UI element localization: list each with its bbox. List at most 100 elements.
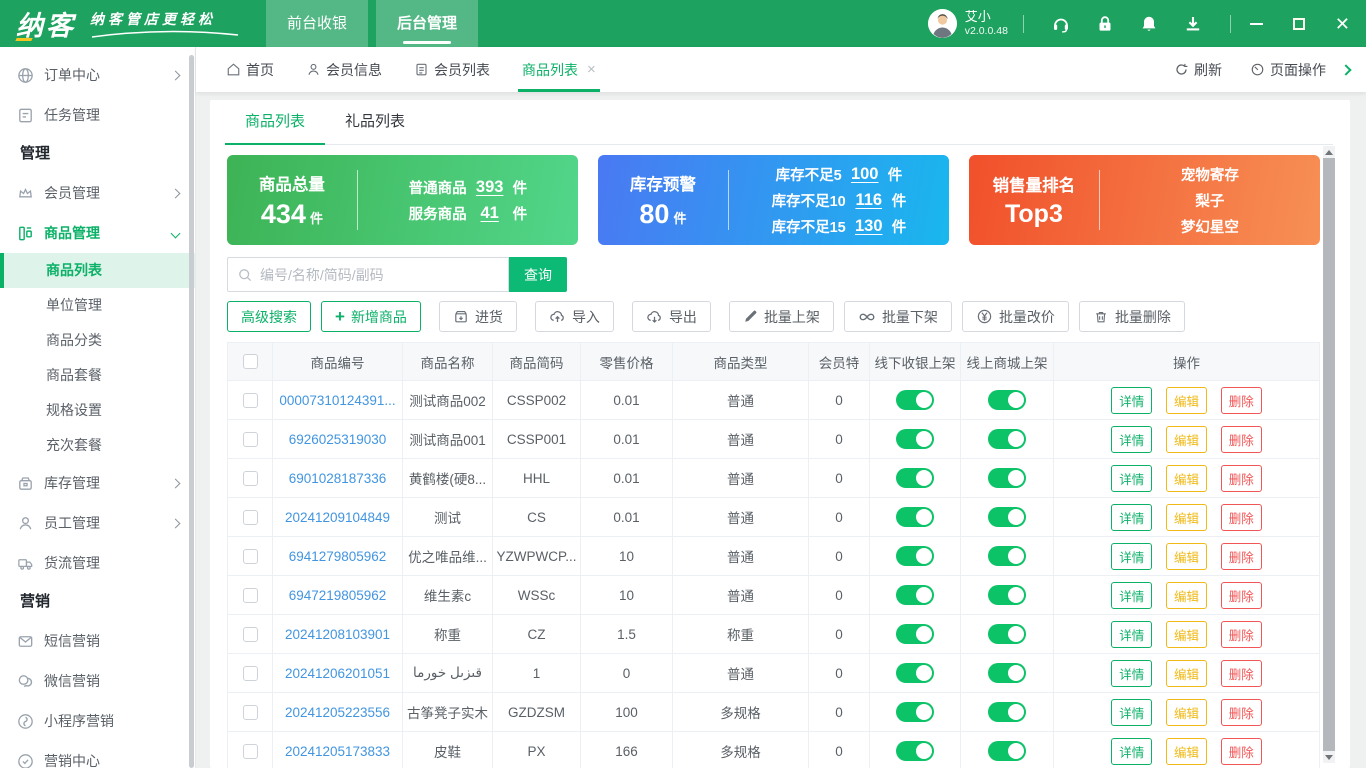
delete-button[interactable]: 删除 — [1220, 464, 1262, 492]
avatar[interactable] — [927, 9, 957, 38]
tab-gifts[interactable]: 礼品列表 — [325, 100, 425, 144]
page-actions-chevron[interactable] — [1340, 63, 1352, 76]
delete-button[interactable]: 删除 — [1220, 386, 1262, 414]
batch-off-shelf-button[interactable]: 批量下架 — [843, 301, 952, 332]
edit-button[interactable]: 编辑 — [1165, 425, 1207, 453]
delete-button[interactable]: 删除 — [1220, 659, 1262, 687]
sidebar-item-goods-management[interactable]: 商品管理 — [0, 213, 195, 253]
offline-shelf-toggle[interactable] — [896, 507, 934, 527]
scroll-down-arrow[interactable] — [1323, 751, 1335, 763]
close-button[interactable]: ✕ — [1335, 15, 1350, 33]
delete-button[interactable]: 删除 — [1220, 620, 1262, 648]
row-checkbox[interactable] — [242, 470, 258, 486]
offline-shelf-toggle[interactable] — [896, 741, 934, 761]
edit-button[interactable]: 编辑 — [1165, 542, 1207, 570]
add-goods-button[interactable]: + 新增商品 — [321, 301, 421, 332]
detail-button[interactable]: 详情 — [1111, 581, 1153, 609]
offline-shelf-toggle[interactable] — [896, 429, 934, 449]
goods-code-link[interactable]: 20241206201051 — [285, 666, 390, 681]
online-shelf-toggle[interactable] — [988, 585, 1026, 605]
sidebar-item-logistics-management[interactable]: 货流管理 — [0, 543, 195, 583]
row-checkbox[interactable] — [242, 704, 258, 720]
minimize-button[interactable] — [1249, 22, 1263, 25]
offline-shelf-toggle[interactable] — [896, 546, 934, 566]
delete-button[interactable]: 删除 — [1220, 542, 1262, 570]
row-checkbox[interactable] — [242, 509, 258, 525]
sidebar-item-inventory-management[interactable]: 库存管理 — [0, 463, 195, 503]
stat-link[interactable]: 116 — [854, 191, 884, 210]
stat-link[interactable]: 393 — [475, 178, 505, 197]
goods-code-link[interactable]: 20241209104849 — [285, 510, 390, 525]
detail-button[interactable]: 详情 — [1111, 620, 1153, 648]
sidebar-sub-goods-list[interactable]: 商品列表 — [0, 253, 195, 288]
stat-link[interactable]: 100 — [850, 165, 880, 184]
row-checkbox[interactable] — [242, 392, 258, 408]
export-button[interactable]: 导出 — [631, 301, 711, 332]
delete-button[interactable]: 删除 — [1220, 737, 1262, 765]
scroll-up-arrow[interactable] — [1323, 146, 1335, 158]
sidebar-sub-goods-category[interactable]: 商品分类 — [0, 323, 195, 358]
sidebar-item-sms-marketing[interactable]: 短信营销 — [0, 621, 195, 661]
offline-shelf-toggle[interactable] — [896, 663, 934, 683]
refresh-button[interactable]: 刷新 — [1174, 60, 1222, 80]
online-shelf-toggle[interactable] — [988, 741, 1026, 761]
offline-shelf-toggle[interactable] — [896, 585, 934, 605]
edit-button[interactable]: 编辑 — [1165, 464, 1207, 492]
download-icon[interactable] — [1183, 14, 1203, 34]
offline-shelf-toggle[interactable] — [896, 390, 934, 410]
page-actions-button[interactable]: 页面操作 — [1250, 60, 1326, 80]
sidebar-sub-unit-management[interactable]: 单位管理 — [0, 288, 195, 323]
online-shelf-toggle[interactable] — [988, 624, 1026, 644]
edit-button[interactable]: 编辑 — [1165, 581, 1207, 609]
close-tab-icon[interactable]: × — [587, 61, 596, 78]
sidebar-sub-spec-settings[interactable]: 规格设置 — [0, 393, 195, 428]
edit-button[interactable]: 编辑 — [1165, 659, 1207, 687]
offline-shelf-toggle[interactable] — [896, 624, 934, 644]
edit-button[interactable]: 编辑 — [1165, 620, 1207, 648]
detail-button[interactable]: 详情 — [1111, 698, 1153, 726]
tab-home[interactable]: 首页 — [226, 47, 274, 92]
batch-price-button[interactable]: 批量改价 — [961, 301, 1069, 332]
delete-button[interactable]: 删除 — [1220, 425, 1262, 453]
import-button[interactable]: 导入 — [534, 301, 614, 332]
online-shelf-toggle[interactable] — [988, 546, 1026, 566]
purchase-button[interactable]: 进货 — [438, 301, 517, 332]
row-checkbox[interactable] — [242, 626, 258, 642]
batch-delete-button[interactable]: 批量删除 — [1078, 301, 1185, 332]
online-shelf-toggle[interactable] — [988, 507, 1026, 527]
offline-shelf-toggle[interactable] — [896, 468, 934, 488]
tab-goods-list[interactable]: 商品列表 × — [518, 47, 600, 92]
goods-code-link[interactable]: 6926025319030 — [289, 432, 387, 447]
online-shelf-toggle[interactable] — [988, 429, 1026, 449]
sidebar-sub-recharge-combo[interactable]: 充次套餐 — [0, 428, 195, 463]
sidebar-item-wechat-marketing[interactable]: 微信营销 — [0, 661, 195, 701]
edit-button[interactable]: 编辑 — [1165, 386, 1207, 414]
detail-button[interactable]: 详情 — [1111, 659, 1153, 687]
sidebar-item-order-center[interactable]: 订单中心 — [0, 55, 195, 95]
goods-code-link[interactable]: 20241205223556 — [285, 705, 390, 720]
tab-member-list[interactable]: 会员列表 — [414, 47, 490, 92]
maximize-button[interactable] — [1292, 17, 1305, 30]
goods-code-link[interactable]: 6947219805962 — [289, 588, 387, 603]
nav-tab-back-office[interactable]: 后台管理 — [376, 0, 479, 47]
goods-code-link[interactable]: 20241205173833 — [285, 744, 390, 759]
lock-icon[interactable] — [1095, 14, 1115, 34]
delete-button[interactable]: 删除 — [1220, 698, 1262, 726]
support-headset-icon[interactable] — [1051, 14, 1071, 34]
sidebar-sub-goods-combo[interactable]: 商品套餐 — [0, 358, 195, 393]
sidebar-scrollbar-thumb[interactable] — [189, 55, 194, 768]
online-shelf-toggle[interactable] — [988, 468, 1026, 488]
sidebar-item-marketing-center[interactable]: 营销中心 — [0, 741, 195, 768]
sidebar-item-miniprogram-marketing[interactable]: 小程序营销 — [0, 701, 195, 741]
bell-icon[interactable] — [1139, 14, 1159, 34]
detail-button[interactable]: 详情 — [1111, 542, 1153, 570]
sidebar-item-task-management[interactable]: 任务管理 — [0, 95, 195, 135]
select-all-checkbox[interactable] — [242, 354, 258, 370]
stat-link[interactable]: 130 — [854, 217, 884, 236]
detail-button[interactable]: 详情 — [1111, 425, 1153, 453]
stat-link[interactable]: 41 — [475, 204, 505, 223]
edit-button[interactable]: 编辑 — [1165, 698, 1207, 726]
goods-code-link[interactable]: 6941279805962 — [289, 549, 387, 564]
nav-tab-front-cashier[interactable]: 前台收银 — [266, 0, 369, 47]
row-checkbox[interactable] — [242, 587, 258, 603]
